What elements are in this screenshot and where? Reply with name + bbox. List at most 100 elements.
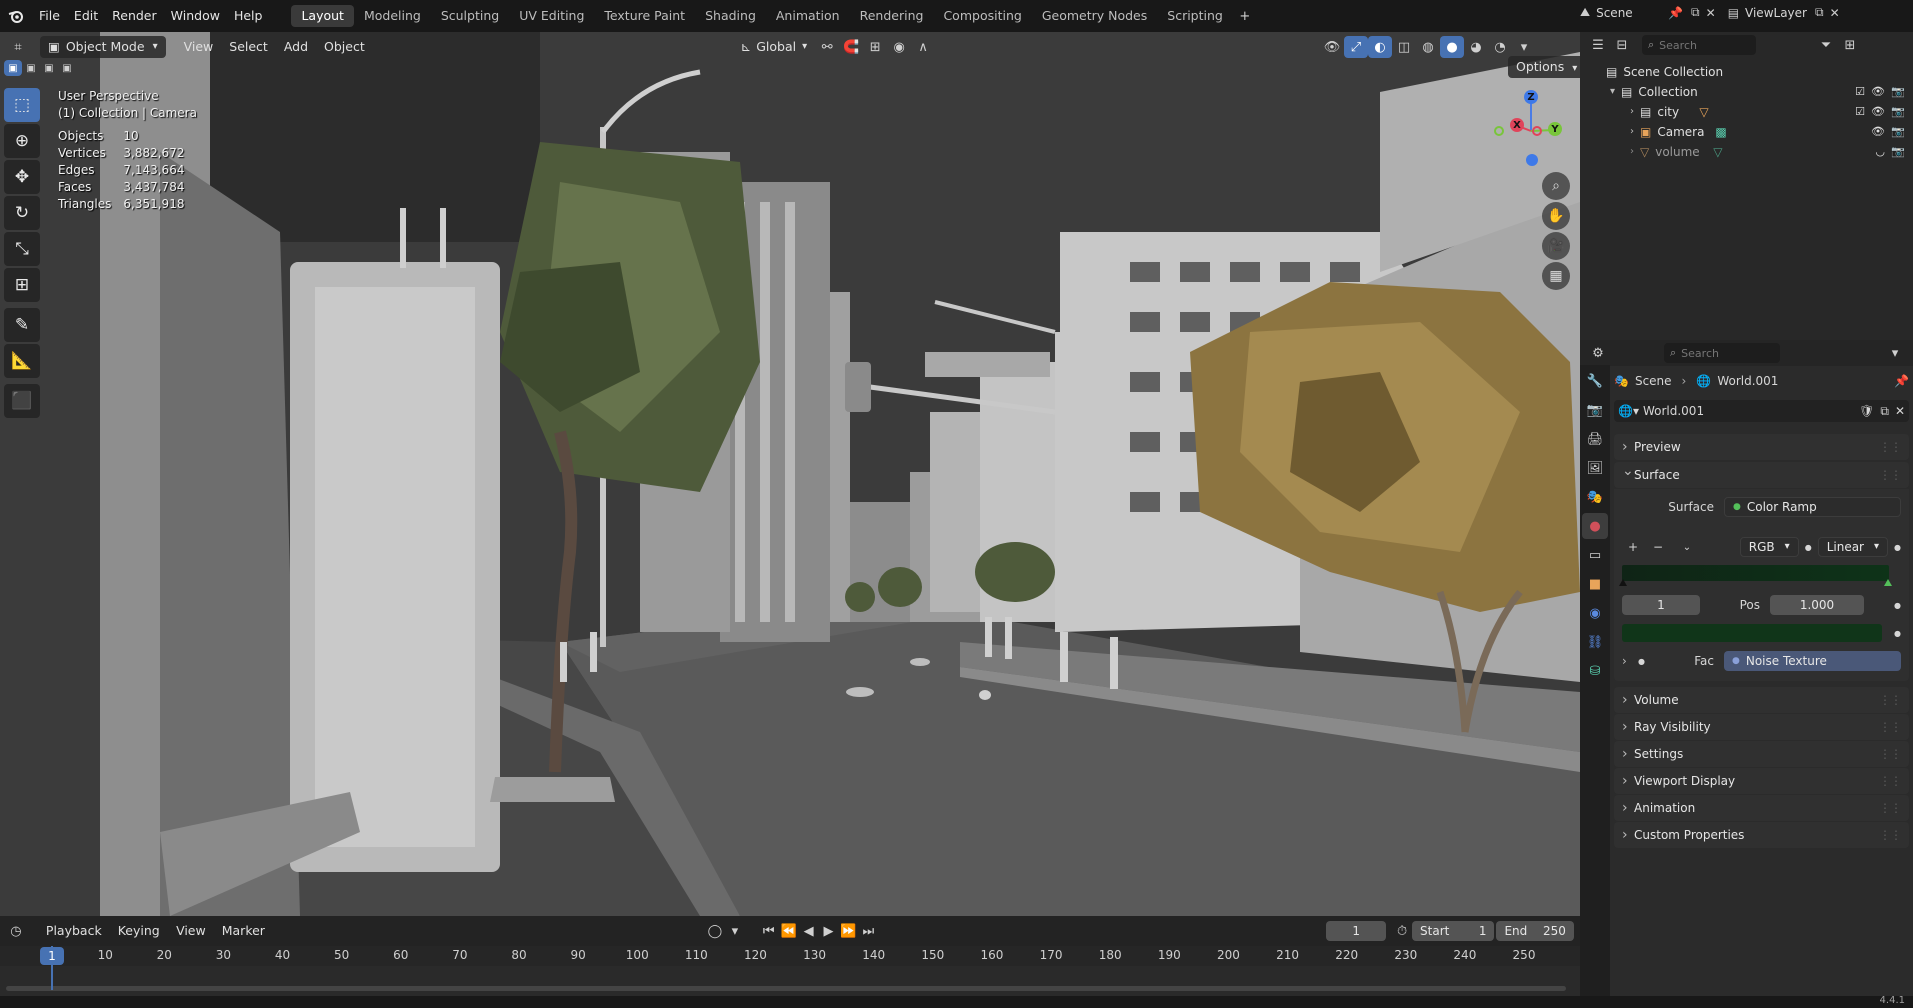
stopwatch-icon[interactable]: ⏱	[1392, 920, 1412, 942]
gizmo-neg-y-axis[interactable]	[1494, 126, 1504, 136]
unlink-icon[interactable]: ✕	[1895, 404, 1905, 418]
duplicate-icon[interactable]: ⧉	[1880, 404, 1889, 419]
tab-modeling[interactable]: Modeling	[354, 5, 431, 27]
select-extend-icon[interactable]: ▣	[22, 60, 40, 76]
fake-user-icon[interactable]: 🛡	[1859, 404, 1874, 418]
timeline-track-area[interactable]	[0, 946, 1580, 996]
stop-index-field[interactable]: 1	[1622, 595, 1700, 615]
menu-window[interactable]: Window	[164, 5, 227, 27]
timeline-scrollbar[interactable]	[6, 986, 1566, 991]
gizmo-neg-z-axis[interactable]	[1526, 154, 1538, 166]
scale-icon[interactable]: ⤡	[4, 232, 40, 266]
new-collection-icon[interactable]: ⊞	[1838, 34, 1862, 56]
menu-render[interactable]: Render	[105, 5, 164, 27]
view-layer-name[interactable]: ViewLayer	[1745, 6, 1815, 20]
drag-grip-icon[interactable]: ⋮⋮	[1879, 822, 1902, 848]
scene-tab-icon[interactable]: 🎭	[1582, 484, 1608, 510]
move-icon[interactable]: ✥	[4, 160, 40, 194]
chevron-right-icon[interactable]: ›	[1630, 142, 1634, 162]
panel-preview[interactable]: Preview ⋮⋮	[1614, 434, 1909, 460]
navigation-gizmo[interactable]: Z X Y	[1486, 86, 1576, 176]
prev-keyframe-icon[interactable]: ⏪	[779, 920, 799, 942]
tree-row-city[interactable]: › ▤ city ▽ ☑ 👁 📷	[1580, 102, 1913, 122]
drag-grip-icon[interactable]: ⋮⋮	[1879, 714, 1902, 740]
pos-value-field[interactable]: 1.000	[1770, 595, 1864, 615]
panel-custom-properties[interactable]: Custom Properties ⋮⋮	[1614, 822, 1909, 848]
display-mode-icon[interactable]: ⊟	[1610, 34, 1634, 56]
constraint-tab-icon[interactable]: ⛓	[1582, 629, 1608, 655]
color-ramp-widget[interactable]	[1619, 565, 1892, 587]
drag-grip-icon[interactable]: ⋮⋮	[1879, 795, 1902, 821]
data-tab-icon[interactable]: ⛁	[1582, 658, 1608, 684]
solid-shading-icon[interactable]: ●	[1440, 36, 1464, 58]
playhead-frame-badge[interactable]: 1	[40, 947, 64, 965]
object-tab-icon[interactable]: ■	[1582, 571, 1608, 597]
tab-geometry-nodes[interactable]: Geometry Nodes	[1032, 5, 1157, 27]
gizmo-x-axis[interactable]: X	[1510, 118, 1524, 132]
add-stop-icon[interactable]: +	[1622, 540, 1644, 554]
rotate-icon[interactable]: ↻	[4, 196, 40, 230]
chevron-right-icon[interactable]: ›	[1630, 122, 1634, 142]
scene-selector[interactable]: ⛰ Scene 📌 ⧉ ✕ ▤ ViewLayer ⧉ ✕	[1580, 5, 1840, 20]
delete-scene-icon[interactable]: ✕	[1706, 6, 1716, 20]
tool-tab-icon[interactable]: 🔧	[1582, 368, 1608, 394]
menu-marker[interactable]: Marker	[214, 920, 273, 942]
eye-icon[interactable]: 👁	[1871, 122, 1885, 142]
options-button[interactable]: Options ▾	[1508, 56, 1586, 78]
filter-icon[interactable]: ⏷	[1814, 34, 1838, 56]
tab-compositing[interactable]: Compositing	[933, 5, 1031, 27]
gizmo-z-axis[interactable]: Z	[1524, 90, 1538, 104]
new-view-layer-icon[interactable]: ⧉	[1815, 5, 1824, 20]
material-shading-icon[interactable]: ◕	[1464, 36, 1488, 58]
render-camera-icon[interactable]: 📷	[1891, 82, 1905, 102]
mode-selector[interactable]: ▣ Object Mode ▾	[40, 36, 166, 58]
xray-icon[interactable]: ◫	[1392, 36, 1416, 58]
new-scene-icon[interactable]: ⧉	[1691, 5, 1700, 20]
transform-orientation[interactable]: ⊾ Global ▾	[733, 36, 815, 58]
current-frame-field[interactable]: 1	[1326, 921, 1387, 941]
menu-object[interactable]: Object	[316, 36, 373, 58]
collection-tab-icon[interactable]: ▭	[1582, 542, 1608, 568]
menu-add[interactable]: Add	[276, 36, 316, 58]
cursor-icon[interactable]: ⊕	[4, 124, 40, 158]
start-frame-field[interactable]: Start 1	[1412, 921, 1495, 941]
drag-grip-icon[interactable]: ⋮⋮	[1879, 462, 1902, 488]
overlay-icon[interactable]: ◐	[1368, 36, 1392, 58]
ramp-stop-right-handle[interactable]	[1884, 579, 1892, 586]
drag-grip-icon[interactable]: ⋮⋮	[1879, 741, 1902, 767]
visibility-icon[interactable]: 👁	[1320, 36, 1344, 58]
jump-end-icon[interactable]: ⏭	[858, 920, 878, 942]
pin-icon[interactable]: 📌	[1894, 374, 1909, 388]
color-mode-dropdown[interactable]: RGB ▾	[1739, 537, 1799, 557]
panel-animation[interactable]: Animation ⋮⋮	[1614, 795, 1909, 821]
render-camera-icon[interactable]: 📷	[1891, 142, 1905, 162]
pin-icon[interactable]: 📌	[1668, 6, 1683, 20]
rendered-shading-icon[interactable]: ◔	[1488, 36, 1512, 58]
render-tab-icon[interactable]: 📷	[1582, 397, 1608, 423]
select-intersect-icon[interactable]: ▣	[58, 60, 76, 76]
delete-view-layer-icon[interactable]: ✕	[1830, 6, 1840, 20]
panel-surface[interactable]: Surface ⋮⋮	[1614, 458, 1909, 488]
panel-ray-visibility[interactable]: Ray Visibility ⋮⋮	[1614, 714, 1909, 740]
snap-icon[interactable]: 🧲	[839, 36, 863, 58]
chevron-right-icon[interactable]: ›	[1630, 102, 1634, 122]
properties-editor-icon[interactable]: ⚙	[1586, 342, 1610, 364]
tab-uv-editing[interactable]: UV Editing	[509, 5, 594, 27]
auto-keying-icon[interactable]: ◯	[705, 920, 725, 942]
transform-icon[interactable]: ⊞	[4, 268, 40, 302]
tab-rendering[interactable]: Rendering	[850, 5, 934, 27]
select-box-icon[interactable]: ⬚	[4, 88, 40, 122]
tab-animation[interactable]: Animation	[766, 5, 850, 27]
select-new-icon[interactable]: ▣	[4, 60, 22, 76]
chevron-down-icon[interactable]: ▾	[1610, 82, 1615, 102]
falloff-icon[interactable]: ∧	[911, 36, 935, 58]
tree-row-camera[interactable]: › ▣ Camera ▩ 👁 📷	[1580, 122, 1913, 142]
view-layer-tab-icon[interactable]: 🖼	[1582, 455, 1608, 481]
keying-set-icon[interactable]: ▾	[725, 920, 745, 942]
tree-row-volume[interactable]: › ▽ volume ▽ ◡ 📷	[1580, 142, 1913, 162]
tab-texture-paint[interactable]: Texture Paint	[594, 5, 695, 27]
tab-shading[interactable]: Shading	[695, 5, 766, 27]
tree-row-collection[interactable]: ▾ ▤ Collection ☑ 👁 📷	[1580, 82, 1913, 102]
eye-icon[interactable]: 👁	[1871, 102, 1885, 122]
frame-ruler[interactable]: 10 20 30 40 50 60 70 80 90 100 110 120 130 140 150 160 1…	[0, 946, 1580, 966]
